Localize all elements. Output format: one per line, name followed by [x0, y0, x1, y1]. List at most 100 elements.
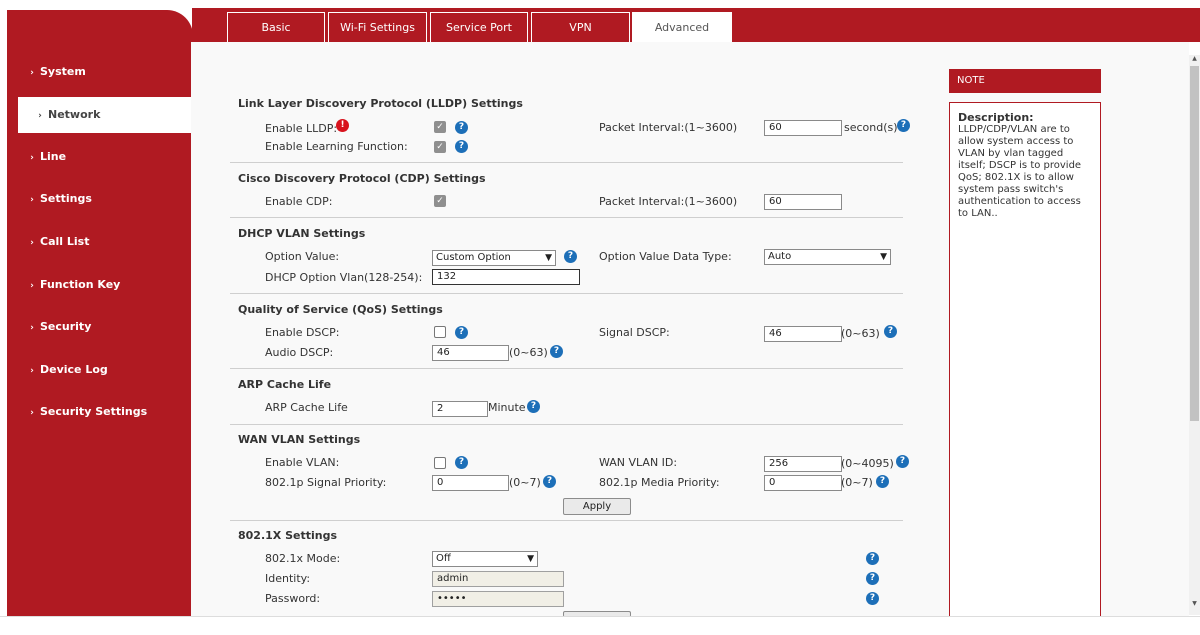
question-circle-icon[interactable]: ?: [876, 475, 889, 488]
dot1x-mode-select[interactable]: Off ▼: [432, 551, 538, 567]
arp-cache-life-input[interactable]: 2: [432, 401, 488, 417]
option-datatype-selected: Auto: [768, 251, 792, 262]
note-title: Description:: [958, 111, 1034, 124]
apply-button[interactable]: Apply: [563, 498, 631, 515]
option-datatype-select[interactable]: Auto ▼: [764, 249, 891, 265]
chevron-right-icon: ›: [30, 153, 34, 163]
tab-advanced[interactable]: Advanced: [632, 12, 732, 42]
learning-function-checkbox[interactable]: ✓: [434, 141, 446, 153]
dhcp-vlan-section-title: DHCP VLAN Settings: [238, 227, 366, 240]
sidebar-item-line[interactable]: › Line: [10, 142, 191, 172]
enable-dscp-label: Enable DSCP:: [265, 326, 340, 339]
option-value-selected: Custom Option: [436, 252, 511, 263]
option-value-select[interactable]: Custom Option ▼: [432, 250, 556, 266]
signal-priority-range: (0~7): [509, 476, 541, 489]
sidebar-item-security-settings[interactable]: › Security Settings: [10, 397, 191, 427]
question-circle-icon[interactable]: ?: [543, 475, 556, 488]
lldp-interval-label: Packet Interval:(1~3600): [599, 121, 738, 134]
chevron-down-icon: ▼: [545, 253, 552, 263]
audio-dscp-label: Audio DSCP:: [265, 346, 334, 359]
exclamation-circle-icon: !: [336, 119, 349, 132]
chevron-down-icon: ▼: [880, 252, 887, 262]
sidebar-item-call-list[interactable]: › Call List: [10, 227, 191, 257]
qos-section-title: Quality of Service (QoS) Settings: [238, 303, 443, 316]
signal-priority-input[interactable]: 0: [432, 475, 509, 491]
enable-vlan-checkbox[interactable]: [434, 457, 446, 469]
enable-cdp-label: Enable CDP:: [265, 195, 333, 208]
question-circle-icon[interactable]: ?: [896, 455, 909, 468]
password-input[interactable]: •••••: [432, 591, 564, 607]
sidebar-item-function-key[interactable]: › Function Key: [10, 270, 191, 300]
question-circle-icon[interactable]: ?: [455, 121, 468, 134]
sidebar-item-settings[interactable]: › Settings: [10, 184, 191, 214]
chevron-right-icon: ›: [30, 238, 34, 248]
identity-input[interactable]: admin: [432, 571, 564, 587]
wan-vlan-section-title: WAN VLAN Settings: [238, 433, 361, 446]
enable-dscp-checkbox[interactable]: [434, 326, 446, 338]
question-circle-icon[interactable]: ?: [897, 119, 910, 132]
media-priority-label: 802.1p Media Priority:: [599, 476, 720, 489]
tab-service-port[interactable]: Service Port: [430, 12, 528, 42]
question-circle-icon[interactable]: ?: [550, 345, 563, 358]
sidebar-item-security[interactable]: › Security: [10, 312, 191, 342]
sidebar-item-device-log[interactable]: › Device Log: [10, 355, 191, 385]
sidebar-item-network[interactable]: › Network: [18, 97, 191, 133]
dot1x-section-title: 802.1X Settings: [238, 529, 338, 542]
option-datatype-label: Option Value Data Type:: [599, 250, 732, 263]
audio-dscp-range: (0~63): [509, 346, 548, 359]
chevron-right-icon: ›: [30, 408, 34, 418]
signal-dscp-label: Signal DSCP:: [599, 326, 670, 339]
password-label: Password:: [265, 592, 321, 605]
sidebar-item-system[interactable]: › System: [10, 57, 191, 87]
enable-lldp-label: Enable LLDP:: [265, 122, 338, 135]
chevron-right-icon: ›: [30, 323, 34, 333]
signal-dscp-range: (0~63): [841, 327, 880, 340]
divider: [230, 424, 903, 425]
question-circle-icon[interactable]: ?: [884, 325, 897, 338]
scroll-down-arrow-icon[interactable]: ▼: [1190, 600, 1199, 610]
sidebar-item-label: Line: [40, 150, 67, 163]
note-panel: Description: LLDP/CDP/VLAN are to allow …: [949, 102, 1101, 616]
question-circle-icon[interactable]: ?: [866, 592, 879, 605]
learning-function-label: Enable Learning Function:: [265, 140, 408, 153]
tab-wifi-settings[interactable]: Wi-Fi Settings: [328, 12, 427, 42]
question-circle-icon[interactable]: ?: [527, 400, 540, 413]
question-circle-icon[interactable]: ?: [455, 326, 468, 339]
chevron-right-icon: ›: [30, 366, 34, 376]
dot1x-mode-label: 802.1x Mode:: [265, 552, 341, 565]
dhcp-option-vlan-label: DHCP Option Vlan(128-254):: [265, 271, 423, 284]
lldp-interval-input[interactable]: 60: [764, 120, 842, 136]
wan-vlan-id-input[interactable]: 256: [764, 456, 842, 472]
wan-vlan-id-label: WAN VLAN ID:: [599, 456, 678, 469]
bottom-bar: [0, 616, 1200, 635]
wan-vlan-id-range: (0~4095): [841, 457, 894, 470]
enable-lldp-checkbox[interactable]: ✓: [434, 121, 446, 133]
arp-section-title: ARP Cache Life: [238, 378, 332, 391]
signal-dscp-input[interactable]: 46: [764, 326, 842, 342]
tab-vpn[interactable]: VPN: [531, 12, 630, 42]
option-value-label: Option Value:: [265, 250, 340, 263]
tab-basic[interactable]: Basic: [227, 12, 325, 42]
question-circle-icon[interactable]: ?: [455, 456, 468, 469]
scrollbar-thumb[interactable]: [1190, 66, 1199, 421]
sidebar-item-label: Network: [48, 108, 101, 121]
media-priority-input[interactable]: 0: [764, 475, 842, 491]
divider: [230, 162, 903, 163]
arp-cache-life-unit: Minute: [488, 401, 526, 414]
note-header: NOTE: [949, 69, 1101, 93]
dot1x-mode-selected: Off: [436, 553, 451, 564]
cdp-interval-input[interactable]: 60: [764, 194, 842, 210]
question-circle-icon[interactable]: ?: [564, 250, 577, 263]
chevron-right-icon: ›: [30, 281, 34, 291]
question-circle-icon[interactable]: ?: [455, 140, 468, 153]
audio-dscp-input[interactable]: 46: [432, 345, 509, 361]
scroll-up-arrow-icon[interactable]: ▲: [1190, 55, 1199, 65]
question-circle-icon[interactable]: ?: [866, 572, 879, 585]
identity-label: Identity:: [265, 572, 311, 585]
dhcp-option-vlan-input[interactable]: 132: [432, 269, 580, 285]
question-circle-icon[interactable]: ?: [866, 552, 879, 565]
sidebar-item-label: Device Log: [40, 363, 108, 376]
enable-vlan-label: Enable VLAN:: [265, 456, 340, 469]
sidebar-item-label: Security: [40, 320, 92, 333]
enable-cdp-checkbox[interactable]: ✓: [434, 195, 446, 207]
